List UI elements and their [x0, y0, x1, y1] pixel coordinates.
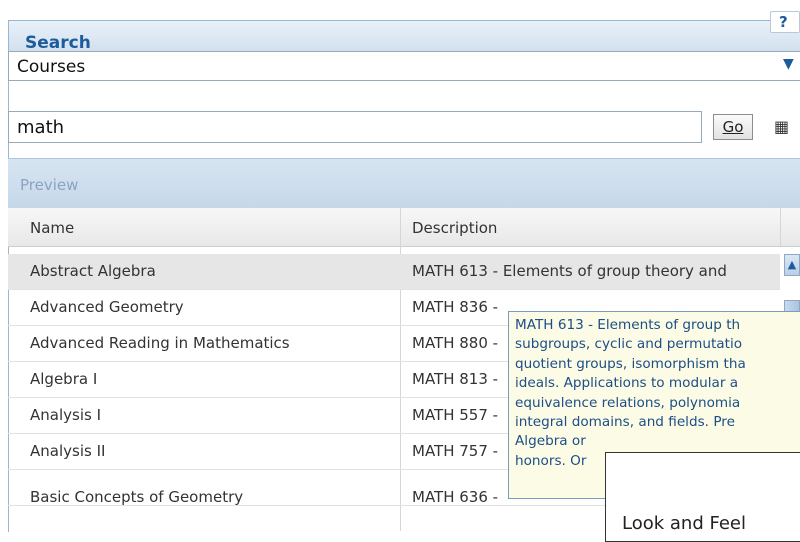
- row-name: Advanced Reading in Mathematics: [30, 334, 290, 352]
- tooltip-line: subgroups, cyclic and permutatio: [515, 336, 743, 353]
- scroll-up-button[interactable]: ▲: [784, 254, 800, 276]
- row-description: MATH 757 -: [412, 442, 499, 460]
- tooltip-text: MATH 613 - Elements of group th subgroup…: [515, 316, 800, 471]
- search-input[interactable]: [8, 111, 702, 143]
- row-name: Algebra I: [30, 370, 98, 388]
- column-header-name[interactable]: Name: [30, 219, 74, 237]
- help-button[interactable]: ?: [770, 11, 800, 33]
- column-divider: [780, 208, 781, 246]
- table-header: [8, 208, 800, 247]
- panel-title: Search: [25, 33, 91, 53]
- preview-label: Preview: [20, 176, 79, 194]
- look-and-feel-dialog: Look and Feel: [605, 452, 800, 542]
- tooltip-line: MATH 613 - Elements of group th: [515, 317, 741, 333]
- scope-select-value: Courses: [17, 57, 86, 77]
- row-description: MATH 880 -: [412, 334, 499, 352]
- row-name: Basic Concepts of Geometry: [30, 488, 244, 506]
- chevron-down-icon[interactable]: ▼: [783, 56, 794, 72]
- table-view-icon[interactable]: ▦: [770, 114, 800, 140]
- row-name: Analysis I: [30, 406, 101, 424]
- preview-bar: [8, 158, 800, 209]
- tooltip-line: honors. Or: [515, 452, 587, 469]
- scope-select[interactable]: Courses ▼: [8, 51, 800, 81]
- row-description: MATH 636 -: [412, 488, 499, 506]
- row-name: Advanced Geometry: [30, 298, 184, 316]
- row-name: Abstract Algebra: [30, 262, 156, 280]
- tooltip-line: equivalence relations, polynomia: [515, 394, 741, 411]
- top-band: [0, 0, 800, 20]
- tooltip-line: quotient groups, isomorphism tha: [515, 355, 746, 372]
- row-name: Analysis II: [30, 442, 106, 460]
- row-description: MATH 836 -: [412, 298, 499, 316]
- row-description: MATH 613 - Elements of group theory and: [412, 262, 727, 280]
- row-description: MATH 557 -: [412, 406, 499, 424]
- tooltip-line: ideals. Applications to modular a: [515, 375, 739, 392]
- tooltip-line: integral domains, and fields. Pre: [515, 414, 735, 431]
- tooltip-line: Algebra or: [515, 433, 586, 450]
- column-header-description[interactable]: Description: [412, 219, 497, 237]
- go-button[interactable]: Go: [713, 114, 753, 140]
- row-description: MATH 813 -: [412, 370, 499, 388]
